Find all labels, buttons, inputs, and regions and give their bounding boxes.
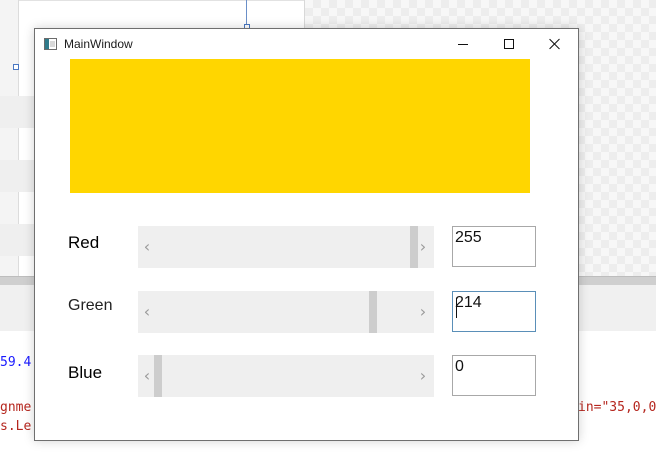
code-text: s.Le: [0, 419, 32, 434]
maximize-icon: [504, 39, 514, 49]
close-icon: [549, 38, 561, 50]
scroll-left-arrow-icon[interactable]: ‹: [140, 239, 154, 255]
green-scrollbar[interactable]: ‹ ›: [138, 291, 434, 333]
minimize-button[interactable]: [440, 29, 486, 59]
green-value-textbox[interactable]: 214: [452, 291, 536, 332]
red-label: Red: [68, 233, 100, 252]
color-preview-rectangle: [70, 59, 530, 193]
minimize-icon: [458, 43, 468, 45]
ide-row-stripe: [0, 224, 34, 256]
window-title: MainWindow: [64, 37, 133, 51]
green-label: Green: [68, 297, 113, 314]
green-value-text: 214: [455, 294, 482, 311]
ide-row-stripe: [0, 160, 34, 192]
scroll-right-arrow-icon[interactable]: ›: [416, 368, 430, 384]
green-scrollbar-thumb[interactable]: [368, 291, 377, 333]
scroll-left-arrow-icon[interactable]: ‹: [140, 368, 154, 384]
blue-label: Blue: [68, 363, 103, 382]
red-scrollbar-track[interactable]: [154, 226, 418, 268]
code-text: 59.4: [0, 355, 32, 370]
green-scrollbar-track[interactable]: [154, 291, 418, 333]
app-window-icon[interactable]: [44, 38, 57, 50]
designer-resize-handle: [13, 64, 19, 70]
blue-scrollbar-track[interactable]: [154, 355, 418, 397]
ide-row-stripe: [0, 96, 34, 128]
close-button[interactable]: [532, 29, 578, 59]
blue-value-textbox[interactable]: 0: [452, 355, 536, 396]
title-bar[interactable]: MainWindow: [35, 29, 578, 59]
main-window: MainWindow Red ‹ › 255 Green ‹ › 214 Blu…: [34, 28, 579, 441]
code-text: gnme: [0, 400, 32, 415]
code-text: in="35,0,0: [578, 400, 656, 415]
red-value-textbox[interactable]: 255: [452, 226, 536, 267]
red-scrollbar[interactable]: ‹ ›: [138, 226, 434, 268]
scroll-right-arrow-icon[interactable]: ›: [416, 239, 430, 255]
scroll-left-arrow-icon[interactable]: ‹: [140, 304, 154, 320]
blue-scrollbar-thumb[interactable]: [154, 355, 162, 397]
scroll-right-arrow-icon[interactable]: ›: [416, 304, 430, 320]
text-caret: [456, 298, 457, 318]
ide-row-stripes: [0, 96, 34, 288]
blue-scrollbar[interactable]: ‹ ›: [138, 355, 434, 397]
maximize-button[interactable]: [486, 29, 532, 59]
